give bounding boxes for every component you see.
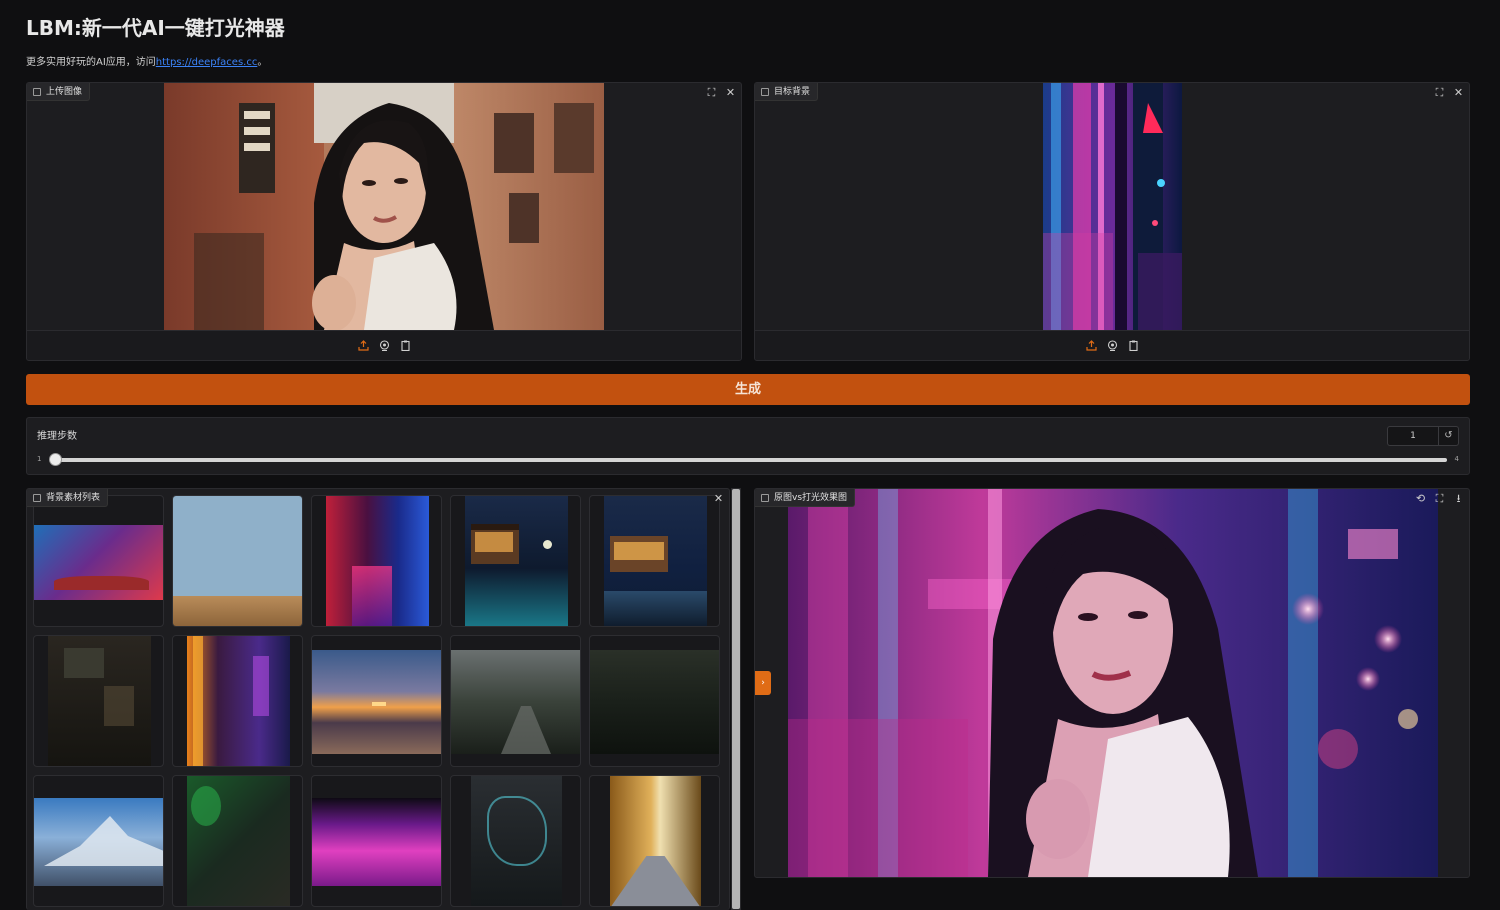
upload-icon[interactable] bbox=[357, 340, 369, 352]
gallery-scroll-thumb[interactable] bbox=[732, 489, 740, 909]
background-gallery-panel: 背景素材列表 ✕ bbox=[26, 488, 730, 910]
fullscreen-icon[interactable]: ⛶ bbox=[1433, 492, 1446, 505]
gallery-item-purple-tunnel[interactable] bbox=[311, 775, 442, 907]
inference-steps-slider-panel: 推理步数 1 ↺ 1 4 bbox=[26, 417, 1470, 475]
deepfaces-link[interactable]: https://deepfaces.cc bbox=[156, 57, 258, 68]
upload-toolbar bbox=[27, 330, 741, 360]
result-comparison-label: 原图vs打光效果图 bbox=[755, 489, 856, 507]
background-gallery-label: 背景素材列表 bbox=[27, 489, 109, 507]
subtitle-suffix: 。 bbox=[257, 57, 268, 68]
gallery-item-night-pool-house[interactable] bbox=[450, 495, 581, 627]
target-background-image bbox=[1043, 83, 1182, 330]
relit-result-image bbox=[788, 489, 1438, 877]
inference-steps-number-input[interactable]: 1 ↺ bbox=[1387, 426, 1459, 446]
webcam-icon[interactable] bbox=[1106, 340, 1118, 352]
undo-icon[interactable]: ⟲ bbox=[1414, 492, 1427, 505]
gallery-item-red-canopy[interactable] bbox=[33, 495, 164, 627]
fullscreen-icon[interactable]: ⛶ bbox=[1433, 86, 1446, 99]
gallery-scrollbar[interactable] bbox=[731, 488, 741, 910]
target-background-label: 目标背景 bbox=[755, 83, 819, 101]
clipboard-icon[interactable] bbox=[399, 340, 411, 352]
gallery-item-neon-sign-wall[interactable] bbox=[450, 775, 581, 907]
target-background-label-text: 目标背景 bbox=[774, 86, 811, 97]
inference-steps-value[interactable]: 1 bbox=[1388, 431, 1438, 441]
image-icon bbox=[33, 87, 41, 96]
gallery-item-misty-forest-road[interactable] bbox=[450, 635, 581, 767]
gallery-item-neon-city-street[interactable] bbox=[311, 495, 442, 627]
download-icon[interactable]: ⭳ bbox=[1452, 492, 1465, 505]
image-icon bbox=[33, 493, 41, 502]
image-icon bbox=[761, 493, 769, 502]
slider-min-label: 1 bbox=[37, 455, 42, 463]
slider-max-label: 4 bbox=[1454, 455, 1459, 463]
webcam-icon[interactable] bbox=[378, 340, 390, 352]
page-subtitle: 更多实用好玩的AI应用，访问https://deepfaces.cc。 bbox=[26, 53, 267, 68]
result-comparison-panel[interactable]: 原图vs打光效果图 ⟲ ⛶ ⭳ › bbox=[754, 488, 1470, 878]
result-comparison-label-text: 原图vs打光效果图 bbox=[774, 492, 848, 503]
gallery-item-night-villa[interactable] bbox=[589, 495, 720, 627]
reset-icon[interactable]: ↺ bbox=[1438, 427, 1458, 445]
gallery-item-green-brick-shelf[interactable] bbox=[172, 775, 303, 907]
inference-steps-label: 推理步数 bbox=[37, 431, 77, 442]
uploaded-portrait-image bbox=[164, 83, 604, 330]
fullscreen-icon[interactable]: ⛶ bbox=[705, 86, 718, 99]
close-icon[interactable]: ✕ bbox=[712, 492, 725, 505]
target-background-panel[interactable]: 目标背景 ⛶ ✕ bbox=[754, 82, 1470, 361]
target-toolbar bbox=[755, 330, 1469, 360]
upload-icon[interactable] bbox=[1085, 340, 1097, 352]
gallery-item-sunset-beach[interactable] bbox=[311, 635, 442, 767]
close-icon[interactable]: ✕ bbox=[724, 86, 737, 99]
gallery-item-snowy-mountain[interactable] bbox=[33, 775, 164, 907]
clipboard-icon[interactable] bbox=[1127, 340, 1139, 352]
image-icon bbox=[761, 87, 769, 96]
gallery-item-autumn-road[interactable] bbox=[589, 775, 720, 907]
comparison-slider-handle[interactable]: › bbox=[755, 671, 771, 695]
page-title: LBM:新一代AI一键打光神器 bbox=[26, 16, 285, 40]
gallery-item-blue-wall-wood-floor[interactable] bbox=[172, 495, 303, 627]
gallery-item-dark-cafe[interactable] bbox=[33, 635, 164, 767]
upload-image-panel[interactable]: 上传图像 ⛶ ✕ bbox=[26, 82, 742, 361]
gallery-item-dark-forest[interactable] bbox=[589, 635, 720, 767]
background-gallery-label-text: 背景素材列表 bbox=[46, 492, 101, 503]
close-icon[interactable]: ✕ bbox=[1452, 86, 1465, 99]
upload-image-label-text: 上传图像 bbox=[46, 86, 83, 97]
background-gallery-grid bbox=[33, 495, 729, 907]
gallery-item-neon-alley[interactable] bbox=[172, 635, 303, 767]
inference-steps-slider-track[interactable] bbox=[49, 453, 1447, 466]
upload-image-label: 上传图像 bbox=[27, 83, 91, 101]
inference-steps-slider-thumb[interactable] bbox=[49, 453, 62, 466]
generate-button[interactable]: 生成 bbox=[26, 374, 1470, 405]
subtitle-text: 更多实用好玩的AI应用，访问 bbox=[26, 57, 156, 68]
